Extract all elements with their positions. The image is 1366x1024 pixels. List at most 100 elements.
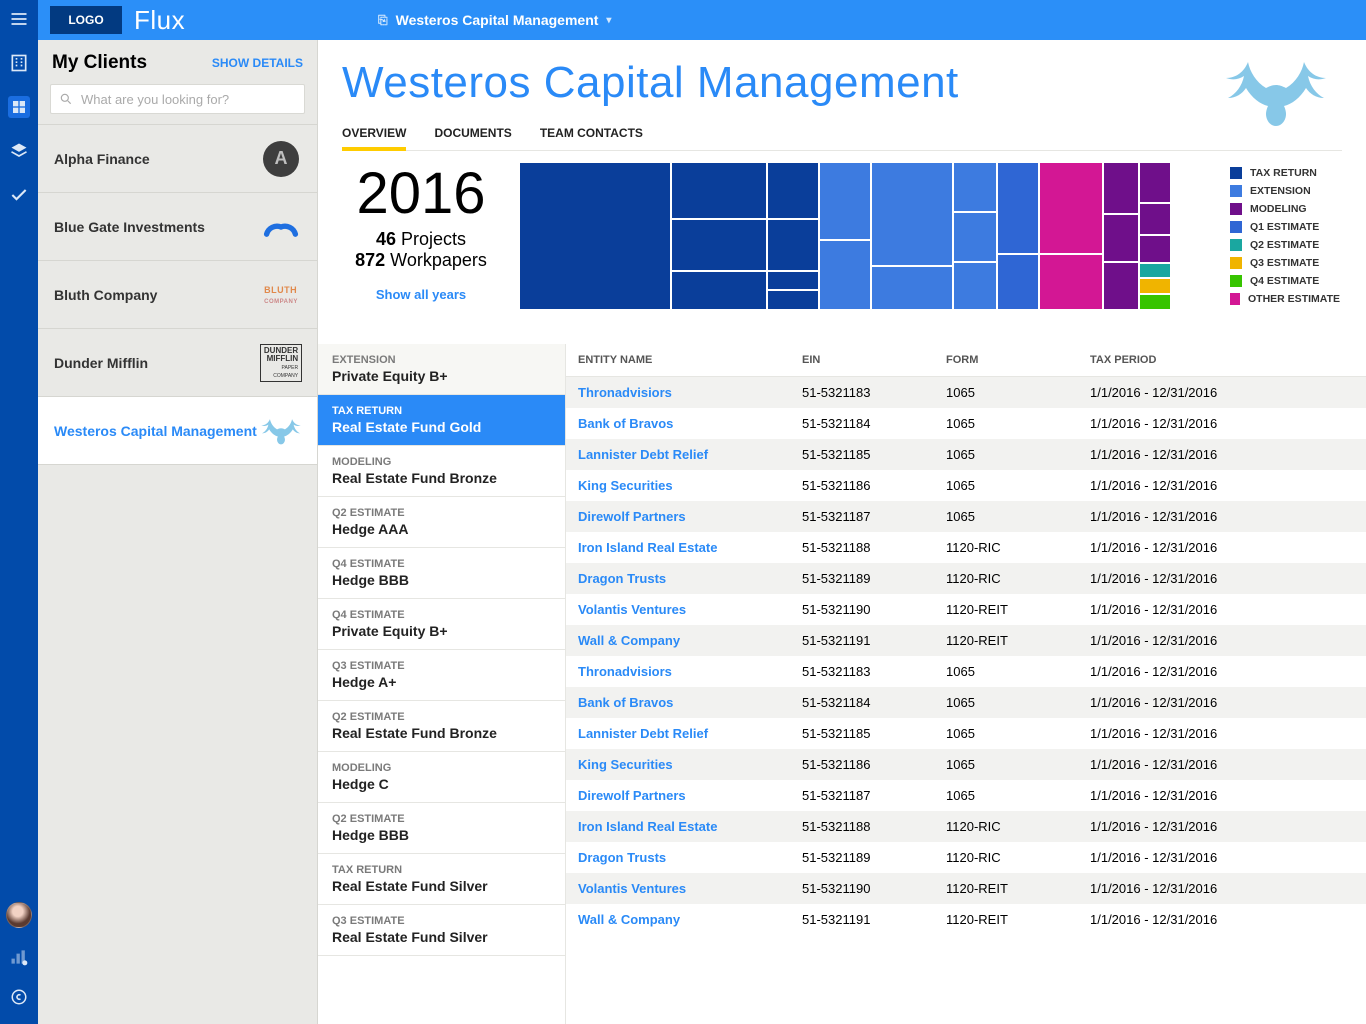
th-entity[interactable]: ENTITY NAME <box>566 344 790 377</box>
th-period[interactable]: TAX PERIOD <box>1078 344 1366 377</box>
treemap-block[interactable] <box>1140 163 1170 202</box>
project-item[interactable]: TAX RETURNReal Estate Fund Gold <box>318 395 565 446</box>
table-row[interactable]: Thronadvisiors51-532118310651/1/2016 - 1… <box>566 656 1366 687</box>
treemap-block[interactable] <box>1040 163 1102 253</box>
table-row[interactable]: Dragon Trusts51-53211891120-RIC1/1/2016 … <box>566 842 1366 873</box>
entity-link[interactable]: Direwolf Partners <box>578 509 686 524</box>
project-item[interactable]: Q4 ESTIMATEHedge BBB <box>318 548 565 599</box>
client-item[interactable]: Bluth CompanyBLUTHCOMPANY <box>38 261 317 329</box>
table-row[interactable]: Bank of Bravos51-532118410651/1/2016 - 1… <box>566 687 1366 718</box>
entity-link[interactable]: Bank of Bravos <box>578 416 673 431</box>
treemap-block[interactable] <box>768 291 818 309</box>
treemap-block[interactable] <box>1140 279 1170 293</box>
user-avatar[interactable] <box>6 902 32 928</box>
table-row[interactable]: Lannister Debt Relief51-532118510651/1/2… <box>566 439 1366 470</box>
project-item[interactable]: Q3 ESTIMATEHedge A+ <box>318 650 565 701</box>
treemap-block[interactable] <box>768 272 818 290</box>
project-item[interactable]: MODELINGHedge C <box>318 752 565 803</box>
table-row[interactable]: Dragon Trusts51-53211891120-RIC1/1/2016 … <box>566 563 1366 594</box>
table-row[interactable]: King Securities51-532118610651/1/2016 - … <box>566 470 1366 501</box>
table-row[interactable]: Iron Island Real Estate51-53211881120-RI… <box>566 532 1366 563</box>
tab-documents[interactable]: DOCUMENTS <box>434 126 511 150</box>
treemap-block[interactable] <box>872 267 952 309</box>
treemap-block[interactable] <box>768 220 818 269</box>
table-row[interactable]: Wall & Company51-53211911120-REIT1/1/201… <box>566 904 1366 935</box>
treemap-block[interactable] <box>1104 263 1138 309</box>
entity-link[interactable]: Iron Island Real Estate <box>578 819 717 834</box>
table-row[interactable]: Volantis Ventures51-53211901120-REIT1/1/… <box>566 594 1366 625</box>
entity-link[interactable]: Thronadvisiors <box>578 385 672 400</box>
client-item[interactable]: Dunder MifflinDUNDERMIFFLINPAPER COMPANY <box>38 329 317 397</box>
client-item[interactable]: Blue Gate Investments <box>38 193 317 261</box>
entity-link[interactable]: Wall & Company <box>578 633 680 648</box>
entity-link[interactable]: King Securities <box>578 478 673 493</box>
entity-link[interactable]: Iron Island Real Estate <box>578 540 717 555</box>
table-row[interactable]: Lannister Debt Relief51-532118510651/1/2… <box>566 718 1366 749</box>
tab-overview[interactable]: OVERVIEW <box>342 126 406 150</box>
copyright-icon[interactable] <box>8 986 30 1008</box>
settings-signal-icon[interactable] <box>8 946 30 968</box>
layers-icon[interactable] <box>8 140 30 162</box>
project-item[interactable]: TAX RETURNReal Estate Fund Silver <box>318 854 565 905</box>
entity-link[interactable]: Lannister Debt Relief <box>578 726 708 741</box>
treemap-block[interactable] <box>672 163 766 218</box>
project-item[interactable]: EXTENSIONPrivate Equity B+ <box>318 344 565 395</box>
entity-link[interactable]: Volantis Ventures <box>578 602 686 617</box>
table-row[interactable]: Wall & Company51-53211911120-REIT1/1/201… <box>566 625 1366 656</box>
entity-link[interactable]: Volantis Ventures <box>578 881 686 896</box>
breadcrumb[interactable]: ⎘ Westeros Capital Management ▾ <box>378 12 611 28</box>
entity-link[interactable]: Bank of Bravos <box>578 695 673 710</box>
search-input-wrap[interactable] <box>50 84 305 114</box>
entity-link[interactable]: Lannister Debt Relief <box>578 447 708 462</box>
table-row[interactable]: Thronadvisiors51-532118310651/1/2016 - 1… <box>566 377 1366 409</box>
treemap-chart[interactable] <box>520 163 1216 309</box>
hamburger-icon[interactable] <box>8 8 30 30</box>
tab-team-contacts[interactable]: TEAM CONTACTS <box>540 126 643 150</box>
table-row[interactable]: Bank of Bravos51-532118410651/1/2016 - 1… <box>566 408 1366 439</box>
th-ein[interactable]: EIN <box>790 344 934 377</box>
table-row[interactable]: Iron Island Real Estate51-53211881120-RI… <box>566 811 1366 842</box>
project-item[interactable]: Q4 ESTIMATEPrivate Equity B+ <box>318 599 565 650</box>
treemap-block[interactable] <box>998 255 1038 309</box>
project-item[interactable]: MODELINGReal Estate Fund Bronze <box>318 446 565 497</box>
entity-link[interactable]: Direwolf Partners <box>578 788 686 803</box>
entity-link[interactable]: Thronadvisiors <box>578 664 672 679</box>
table-row[interactable]: King Securities51-532118610651/1/2016 - … <box>566 749 1366 780</box>
treemap-block[interactable] <box>1140 204 1170 234</box>
client-item[interactable]: Westeros Capital Management <box>38 397 317 465</box>
th-form[interactable]: FORM <box>934 344 1078 377</box>
treemap-block[interactable] <box>520 163 670 309</box>
treemap-block[interactable] <box>672 220 766 269</box>
client-item[interactable]: Alpha FinanceA <box>38 125 317 193</box>
entity-link[interactable]: Wall & Company <box>578 912 680 927</box>
entity-link[interactable]: Dragon Trusts <box>578 571 666 586</box>
entity-link[interactable]: King Securities <box>578 757 673 772</box>
entity-link[interactable]: Dragon Trusts <box>578 850 666 865</box>
treemap-block[interactable] <box>1140 264 1170 278</box>
treemap-block[interactable] <box>1140 236 1170 262</box>
treemap-block[interactable] <box>954 163 996 211</box>
treemap-block[interactable] <box>1040 255 1102 309</box>
treemap-block[interactable] <box>1104 215 1138 261</box>
treemap-block[interactable] <box>768 163 818 218</box>
treemap-block[interactable] <box>820 241 870 309</box>
treemap-block[interactable] <box>954 263 996 309</box>
treemap-block[interactable] <box>1140 295 1170 309</box>
treemap-block[interactable] <box>954 213 996 261</box>
treemap-block[interactable] <box>672 272 766 309</box>
table-row[interactable]: Direwolf Partners51-532118710651/1/2016 … <box>566 780 1366 811</box>
check-icon[interactable] <box>8 184 30 206</box>
grid-icon[interactable] <box>8 96 30 118</box>
show-all-years-link[interactable]: Show all years <box>342 287 500 302</box>
show-details-link[interactable]: SHOW DETAILS <box>212 56 303 70</box>
project-item[interactable]: Q2 ESTIMATEHedge BBB <box>318 803 565 854</box>
project-item[interactable]: Q2 ESTIMATEReal Estate Fund Bronze <box>318 701 565 752</box>
treemap-block[interactable] <box>820 163 870 239</box>
treemap-block[interactable] <box>1104 163 1138 213</box>
project-item[interactable]: Q3 ESTIMATEReal Estate Fund Silver <box>318 905 565 956</box>
search-input[interactable] <box>81 92 296 107</box>
logo-badge[interactable]: LOGO <box>50 6 122 34</box>
project-item[interactable]: Q2 ESTIMATEHedge AAA <box>318 497 565 548</box>
treemap-block[interactable] <box>998 163 1038 253</box>
building-icon[interactable] <box>8 52 30 74</box>
